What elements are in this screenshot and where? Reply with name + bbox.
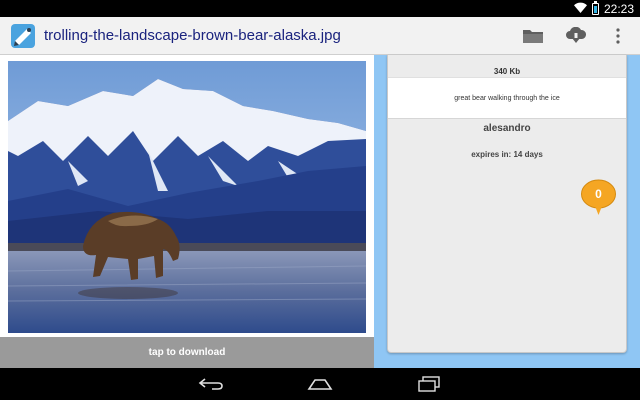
android-screen: 22:23 trolling-the-landscape-brown-bear-… <box>0 0 640 400</box>
file-description: great bear walking through the ice <box>454 94 560 102</box>
overflow-menu-icon[interactable] <box>607 25 629 47</box>
recent-apps-icon[interactable] <box>414 373 444 395</box>
bear-photo[interactable] <box>8 61 366 333</box>
status-bar: 22:23 <box>0 0 640 17</box>
action-bar: trolling-the-landscape-brown-bear-alaska… <box>0 17 640 55</box>
file-size: 340 Kb <box>493 67 521 76</box>
clock: 22:23 <box>603 1 634 16</box>
expiry-text: expires in: 14 days <box>471 150 543 159</box>
download-label: tap to download <box>148 347 226 358</box>
navigation-bar <box>0 368 640 400</box>
status-icons: 22:23 <box>573 0 634 18</box>
description-box: great bear walking through the ice <box>388 77 626 119</box>
author-name: alesandro <box>483 123 531 134</box>
battery-icon <box>591 0 599 15</box>
cloud-download-icon[interactable] <box>564 25 588 47</box>
file-details-card: 340 Kb great bear walking through the ic… <box>387 55 627 353</box>
file-title: trolling-the-landscape-brown-bear-alaska… <box>44 27 341 44</box>
wifi-icon <box>573 0 587 18</box>
comment-count: 0 <box>595 187 602 201</box>
image-panel: tap to download <box>0 55 374 368</box>
home-icon[interactable] <box>305 373 335 395</box>
content-area: tap to download 340 Kb great bear walkin… <box>0 55 640 368</box>
download-button[interactable]: tap to download <box>0 337 374 368</box>
back-icon[interactable] <box>196 373 226 395</box>
comments-button[interactable]: 0 <box>580 179 617 217</box>
app-logo-icon[interactable] <box>8 21 38 51</box>
folder-icon[interactable] <box>521 25 545 47</box>
